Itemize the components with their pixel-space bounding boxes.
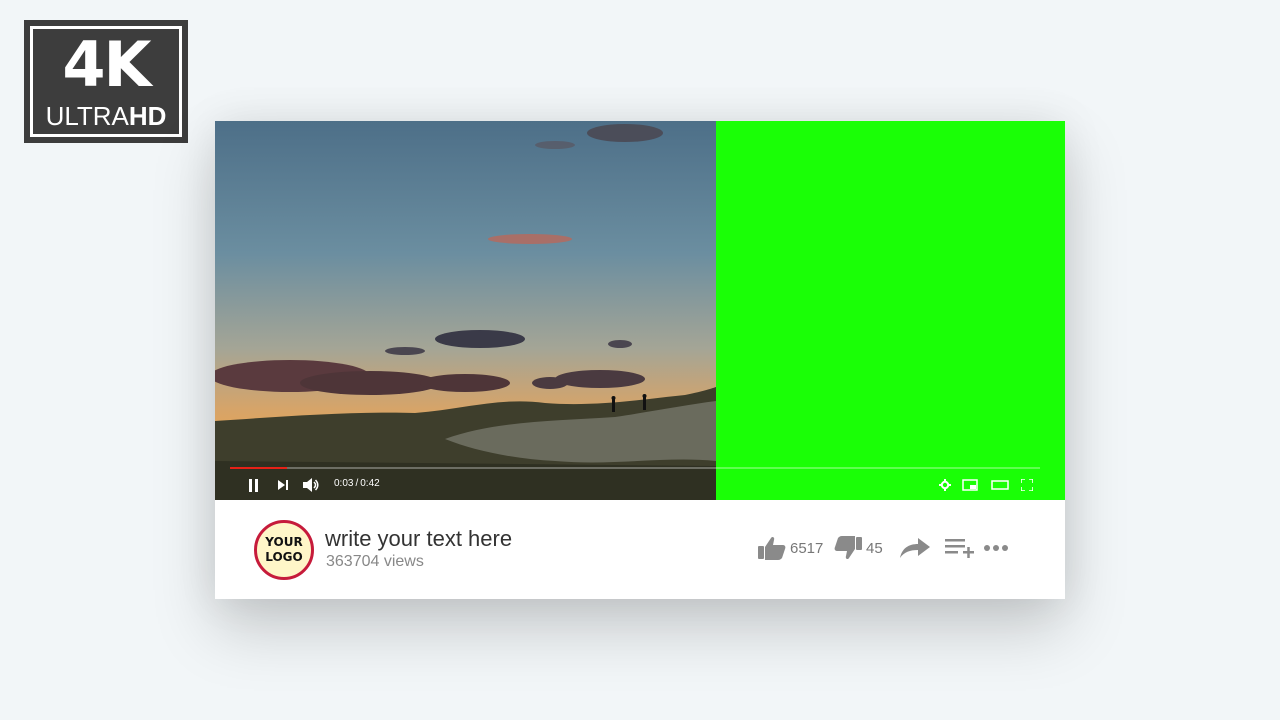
more-icon — [984, 545, 1008, 551]
channel-logo[interactable]: YOUR LOGO — [254, 520, 314, 580]
miniplayer-icon — [962, 479, 978, 491]
fullscreen-icon — [1021, 479, 1033, 491]
badge-hd-text: HD — [128, 101, 167, 131]
view-count: 363704 views — [326, 553, 424, 570]
volume-button[interactable] — [301, 475, 321, 495]
progress-fill — [230, 467, 287, 469]
like-button[interactable]: 6517 — [757, 536, 823, 560]
pause-button[interactable] — [246, 475, 262, 495]
duration: 0:42 — [360, 478, 380, 489]
share-icon — [900, 538, 930, 558]
miniplayer-button[interactable] — [961, 475, 979, 495]
green-screen-area — [716, 121, 1065, 500]
like-count: 6517 — [790, 539, 824, 557]
badge-subtitle: ULTRAHD — [33, 102, 179, 130]
progress-bar[interactable] — [230, 467, 1040, 469]
next-button[interactable] — [275, 475, 291, 495]
thumbs-up-icon — [758, 536, 786, 560]
video-card: 0:03/0:42 YOUR LOGO write your text here… — [215, 121, 1065, 599]
badge-4k-text: 4K — [62, 28, 151, 101]
time-display: 0:03/0:42 — [334, 477, 380, 491]
video-frame — [215, 121, 716, 500]
theater-button[interactable] — [990, 475, 1010, 495]
badge-frame: 4K ULTRAHD — [30, 26, 182, 137]
badge-ultra-text: ULTRA — [45, 101, 129, 131]
volume-icon — [303, 478, 319, 492]
dislike-button[interactable]: 45 — [833, 536, 883, 560]
video-info-bar: YOUR LOGO write your text here 363704 vi… — [215, 500, 1065, 599]
add-to-playlist-button[interactable] — [944, 536, 976, 560]
current-time: 0:03 — [334, 478, 354, 489]
add-to-playlist-icon — [945, 539, 974, 558]
video-player[interactable]: 0:03/0:42 — [215, 121, 1065, 500]
pause-icon — [249, 478, 258, 492]
thumbs-down-icon — [834, 536, 862, 560]
settings-button[interactable] — [937, 475, 953, 495]
4k-ultra-hd-badge: 4K ULTRAHD — [24, 20, 188, 143]
share-button[interactable] — [898, 536, 932, 560]
more-button[interactable] — [983, 536, 1009, 560]
logo-line-1: YOUR — [265, 535, 303, 549]
logo-line-2: LOGO — [265, 550, 303, 564]
settings-icon — [939, 479, 951, 491]
next-icon — [278, 480, 288, 490]
dislike-count: 45 — [866, 539, 883, 557]
theater-icon — [991, 480, 1009, 490]
fullscreen-button[interactable] — [1019, 475, 1035, 495]
player-controls: 0:03/0:42 — [215, 460, 1065, 500]
video-title: write your text here — [325, 526, 513, 551]
